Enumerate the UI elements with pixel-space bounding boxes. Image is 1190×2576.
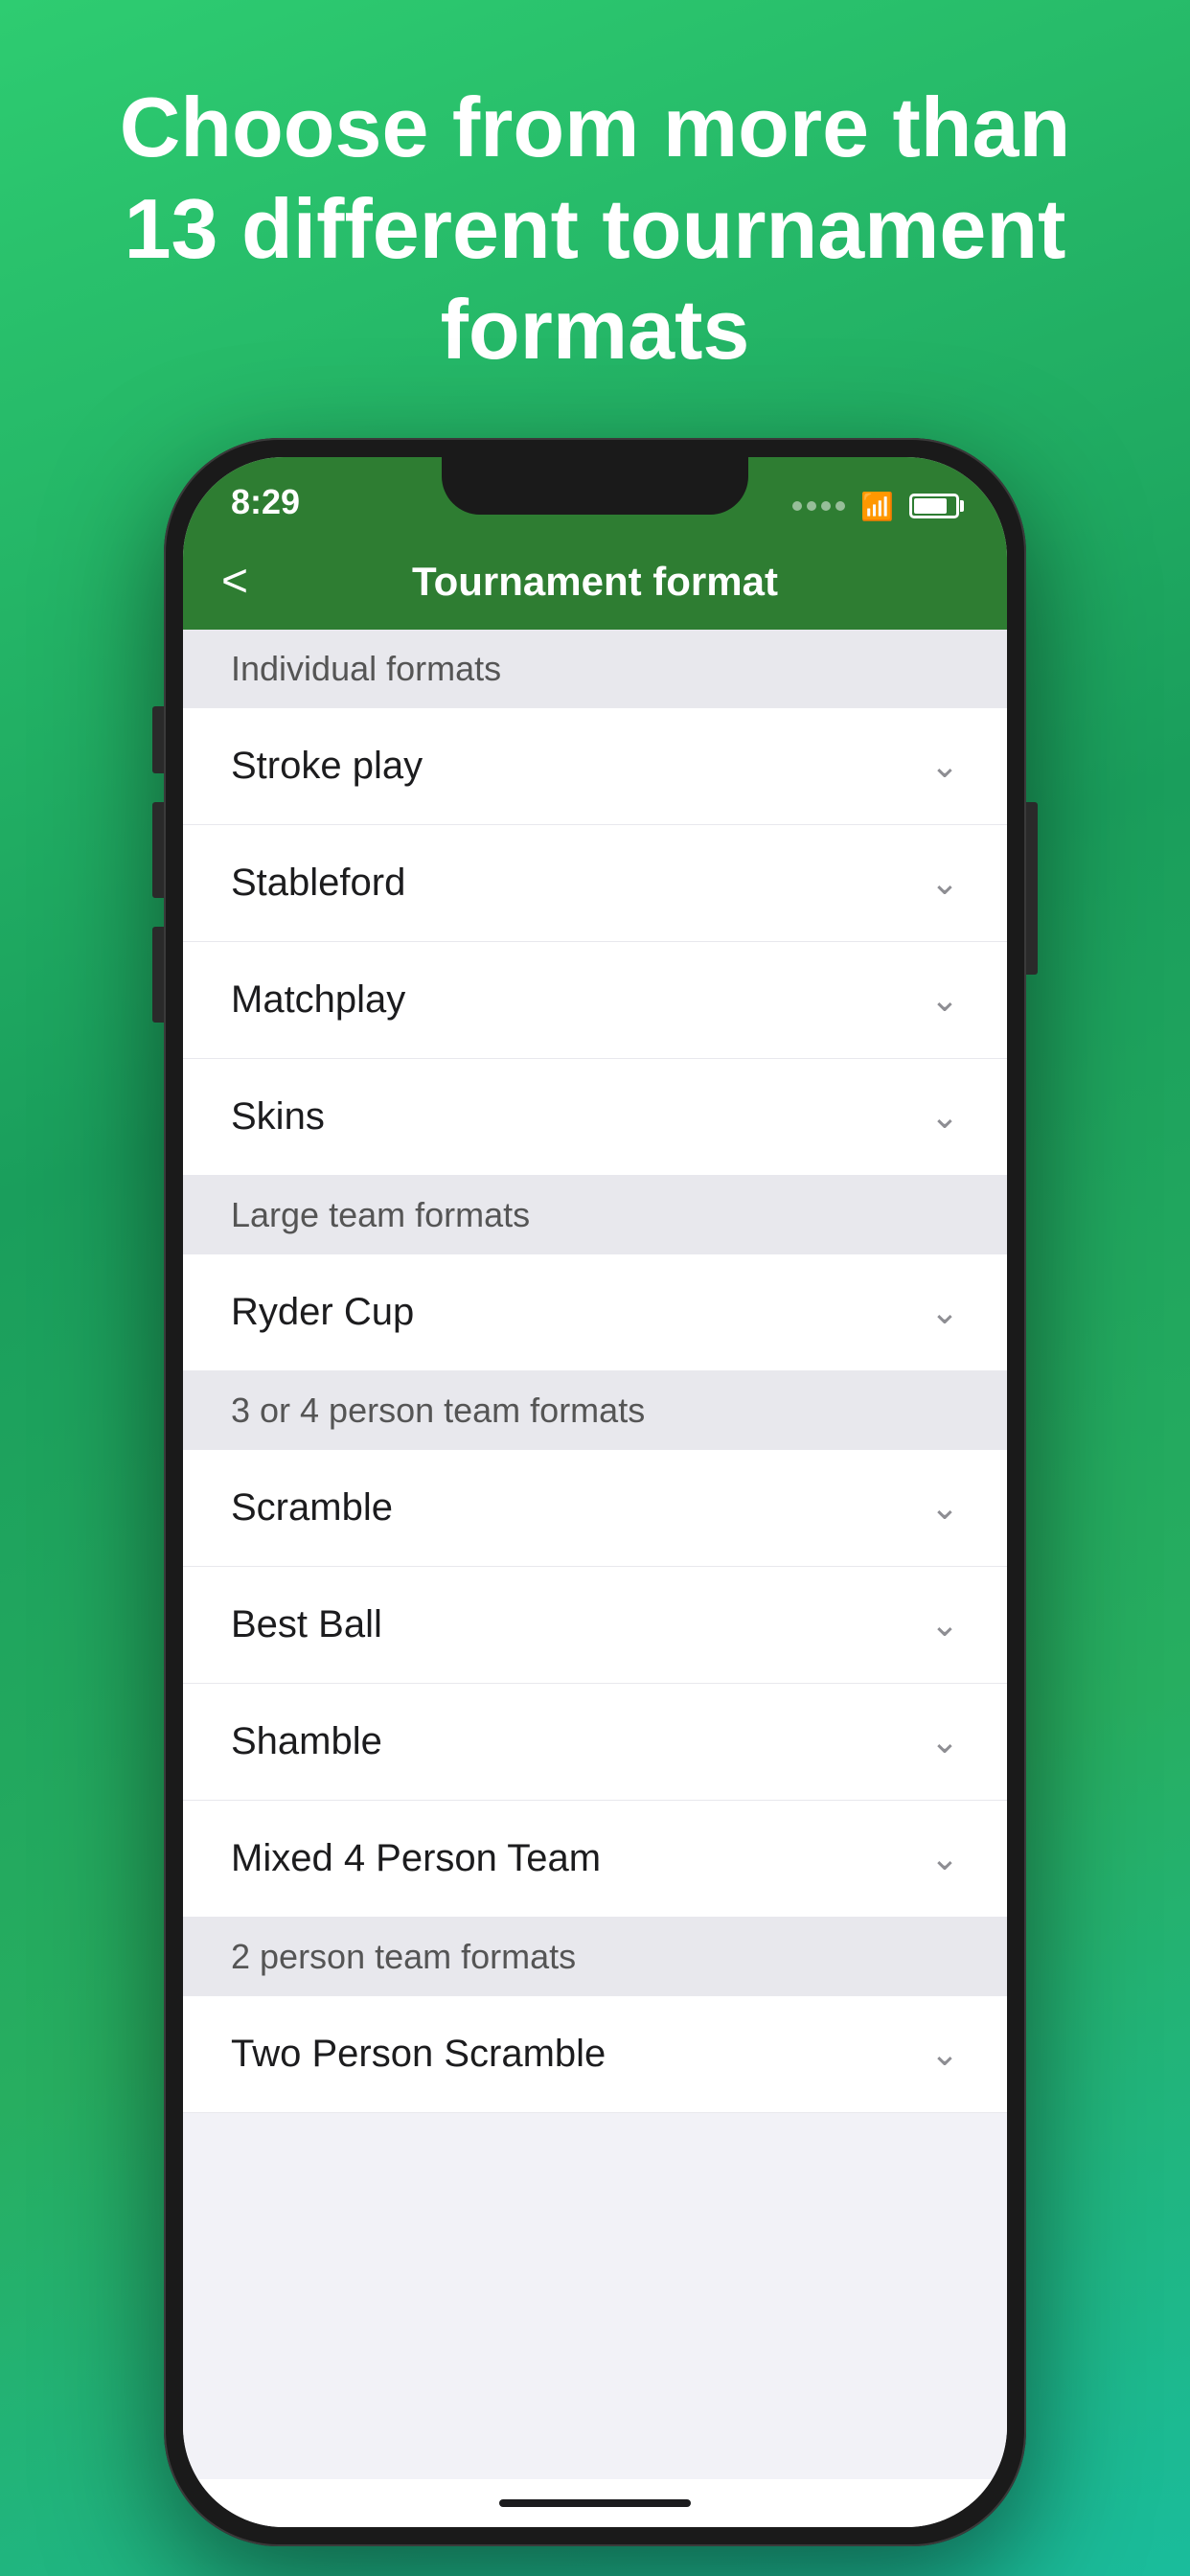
list-item-stroke-play[interactable]: Stroke play ⌄ — [183, 708, 1007, 825]
phone-frame: 8:29 📶 < Tournament format I — [164, 438, 1026, 2546]
chevron-down-icon: ⌄ — [930, 1292, 959, 1332]
signal-dots — [792, 501, 845, 511]
chevron-down-icon: ⌄ — [930, 862, 959, 903]
battery-fill — [914, 498, 947, 514]
signal-dot-3 — [821, 501, 831, 511]
section-header-2-person: 2 person team formats — [183, 1918, 1007, 1996]
side-btn-vol-up — [152, 802, 164, 898]
content-area: Individual formats Stroke play ⌄ Stablef… — [183, 630, 1007, 2479]
home-indicator — [183, 2479, 1007, 2527]
chevron-down-icon: ⌄ — [930, 1838, 959, 1878]
chevron-down-icon: ⌄ — [930, 1721, 959, 1761]
status-time: 8:29 — [231, 482, 300, 522]
back-button[interactable]: < — [221, 555, 248, 608]
list-item-label: Matchplay — [231, 978, 405, 1022]
chevron-down-icon: ⌄ — [930, 2034, 959, 2074]
nav-title: Tournament format — [412, 559, 778, 605]
signal-dot-2 — [807, 501, 816, 511]
list-item-label: Stroke play — [231, 745, 423, 788]
list-item-best-ball[interactable]: Best Ball ⌄ — [183, 1567, 1007, 1684]
list-item-label: Shamble — [231, 1720, 382, 1763]
list-item-two-person-scramble[interactable]: Two Person Scramble ⌄ — [183, 1996, 1007, 2113]
list-item-label: Mixed 4 Person Team — [231, 1837, 601, 1880]
signal-dot-1 — [792, 501, 802, 511]
list-item-label: Ryder Cup — [231, 1291, 414, 1334]
side-btn-vol-down — [152, 927, 164, 1023]
nav-bar: < Tournament format — [183, 534, 1007, 630]
chevron-down-icon: ⌄ — [930, 1487, 959, 1528]
list-item-ryder-cup[interactable]: Ryder Cup ⌄ — [183, 1254, 1007, 1371]
list-item-label: Skins — [231, 1095, 325, 1138]
side-btn-silent — [152, 706, 164, 773]
list-item-label: Two Person Scramble — [231, 2033, 606, 2076]
headline: Choose from more than 13 different tourn… — [0, 0, 1190, 438]
list-item-label: Stableford — [231, 862, 405, 905]
wifi-icon: 📶 — [860, 491, 894, 522]
list-item-scramble[interactable]: Scramble ⌄ — [183, 1450, 1007, 1567]
list-item-mixed-4-person-team[interactable]: Mixed 4 Person Team ⌄ — [183, 1801, 1007, 1918]
signal-dot-4 — [835, 501, 845, 511]
chevron-down-icon: ⌄ — [930, 1604, 959, 1644]
status-icons: 📶 — [792, 491, 959, 522]
section-header-individual: Individual formats — [183, 630, 1007, 708]
section-header-3-or-4-person: 3 or 4 person team formats — [183, 1371, 1007, 1450]
phone-screen: 8:29 📶 < Tournament format I — [183, 457, 1007, 2527]
chevron-down-icon: ⌄ — [930, 979, 959, 1020]
list-item-matchplay[interactable]: Matchplay ⌄ — [183, 942, 1007, 1059]
section-header-large-team: Large team formats — [183, 1176, 1007, 1254]
list-item-stableford[interactable]: Stableford ⌄ — [183, 825, 1007, 942]
chevron-down-icon: ⌄ — [930, 1096, 959, 1137]
list-item-label: Best Ball — [231, 1603, 382, 1646]
list-item-skins[interactable]: Skins ⌄ — [183, 1059, 1007, 1176]
list-item-label: Scramble — [231, 1486, 393, 1530]
side-btn-power — [1026, 802, 1038, 975]
battery-icon — [909, 494, 959, 518]
home-bar — [499, 2499, 691, 2507]
chevron-down-icon: ⌄ — [930, 746, 959, 786]
notch — [442, 457, 748, 515]
list-item-shamble[interactable]: Shamble ⌄ — [183, 1684, 1007, 1801]
